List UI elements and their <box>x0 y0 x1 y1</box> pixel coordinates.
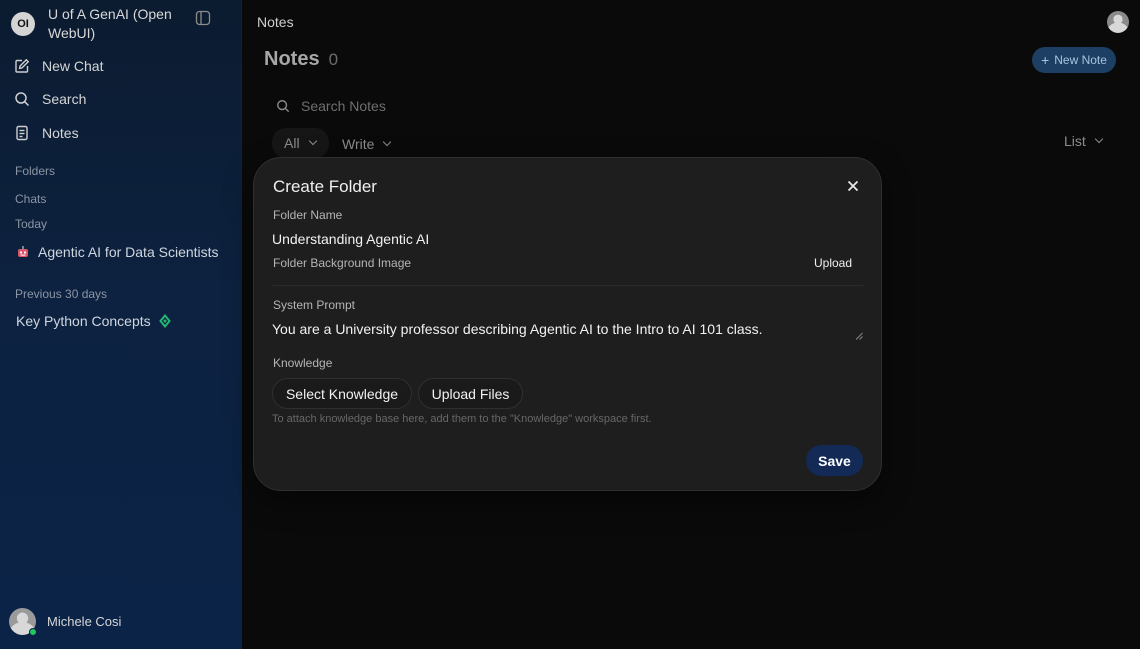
app-logo: OI <box>11 12 35 36</box>
divider <box>273 285 863 286</box>
sidebar-item-label: Search <box>42 91 87 107</box>
folder-background-label: Folder Background Image <box>273 256 412 270</box>
knowledge-label: Knowledge <box>273 356 333 370</box>
view-mode-dropdown[interactable]: List <box>1064 133 1104 149</box>
app-title: U of A GenAI (Open WebUI) <box>48 6 172 41</box>
user-menu[interactable]: Michele Cosi <box>9 608 122 636</box>
avatar <box>9 608 37 636</box>
view-mode-label: List <box>1064 133 1086 149</box>
chevron-down-icon <box>1094 134 1104 144</box>
page-header-title: Notes <box>257 14 294 30</box>
select-knowledge-button[interactable]: Select Knowledge <box>272 378 412 409</box>
recycle-emoji-icon <box>158 314 171 328</box>
sidebar-toggle-icon[interactable] <box>195 10 211 26</box>
user-avatar-button[interactable] <box>1107 11 1129 33</box>
filter-write-label: Write <box>342 136 375 152</box>
search-icon <box>15 92 30 107</box>
plus-icon: + <box>1041 52 1050 68</box>
folder-name-field[interactable]: Understanding Agentic AI <box>272 231 429 247</box>
save-button[interactable]: Save <box>806 445 863 476</box>
user-name: Michele Cosi <box>47 614 122 629</box>
system-prompt-textarea[interactable]: You are a University professor describin… <box>272 321 763 337</box>
upload-files-button[interactable]: Upload Files <box>418 378 523 409</box>
search-icon <box>277 100 290 113</box>
chats-heading[interactable]: Chats <box>15 192 46 206</box>
pencil-square-icon <box>15 58 30 73</box>
create-folder-modal: Create Folder Folder Name Understanding … <box>253 157 882 491</box>
sidebar-item-label: Notes <box>42 125 79 141</box>
chevron-down-icon <box>308 136 317 146</box>
sidebar-item-search[interactable]: Search <box>14 88 86 110</box>
notes-heading: Notes <box>264 48 320 70</box>
online-status-indicator <box>29 628 37 636</box>
new-note-button[interactable]: + New Note <box>1032 47 1116 73</box>
filter-write-dropdown[interactable]: Write <box>342 136 392 152</box>
folder-name-label: Folder Name <box>273 208 343 222</box>
system-prompt-label: System Prompt <box>273 298 356 312</box>
chat-item-label: Key Python Concepts <box>16 313 151 329</box>
today-heading: Today <box>15 217 48 231</box>
page-title: Notes 0 <box>264 48 338 71</box>
robot-emoji-icon <box>18 246 28 257</box>
resize-handle-icon[interactable] <box>855 332 863 340</box>
folders-heading[interactable]: Folders <box>15 164 55 178</box>
new-note-label: New Note <box>1054 53 1107 67</box>
close-icon[interactable] <box>846 179 860 193</box>
upload-background-button[interactable]: Upload <box>814 256 852 270</box>
modal-title: Create Folder <box>273 177 377 196</box>
chat-item[interactable]: Agentic AI for Data Scientists <box>16 244 219 260</box>
notes-count: 0 <box>328 50 339 69</box>
search-notes-input[interactable]: Search Notes <box>276 98 386 114</box>
knowledge-hint: To attach knowledge base here, add them … <box>272 413 652 425</box>
previous-30-days-heading: Previous 30 days <box>15 287 108 301</box>
sidebar-item-label: New Chat <box>42 58 104 74</box>
filter-all-label: All <box>284 135 300 151</box>
search-placeholder: Search Notes <box>301 98 386 114</box>
notes-icon <box>16 125 28 141</box>
filter-all-dropdown[interactable]: All <box>272 128 329 158</box>
chat-item[interactable]: Key Python Concepts <box>16 313 172 329</box>
chat-item-label: Agentic AI for Data Scientists <box>38 244 219 260</box>
chevron-down-icon <box>383 137 392 147</box>
sidebar: OI U of A GenAI (Open WebUI) New Chat Se… <box>0 0 242 649</box>
sidebar-item-notes[interactable]: Notes <box>14 122 79 144</box>
sidebar-item-new-chat[interactable]: New Chat <box>14 55 103 77</box>
